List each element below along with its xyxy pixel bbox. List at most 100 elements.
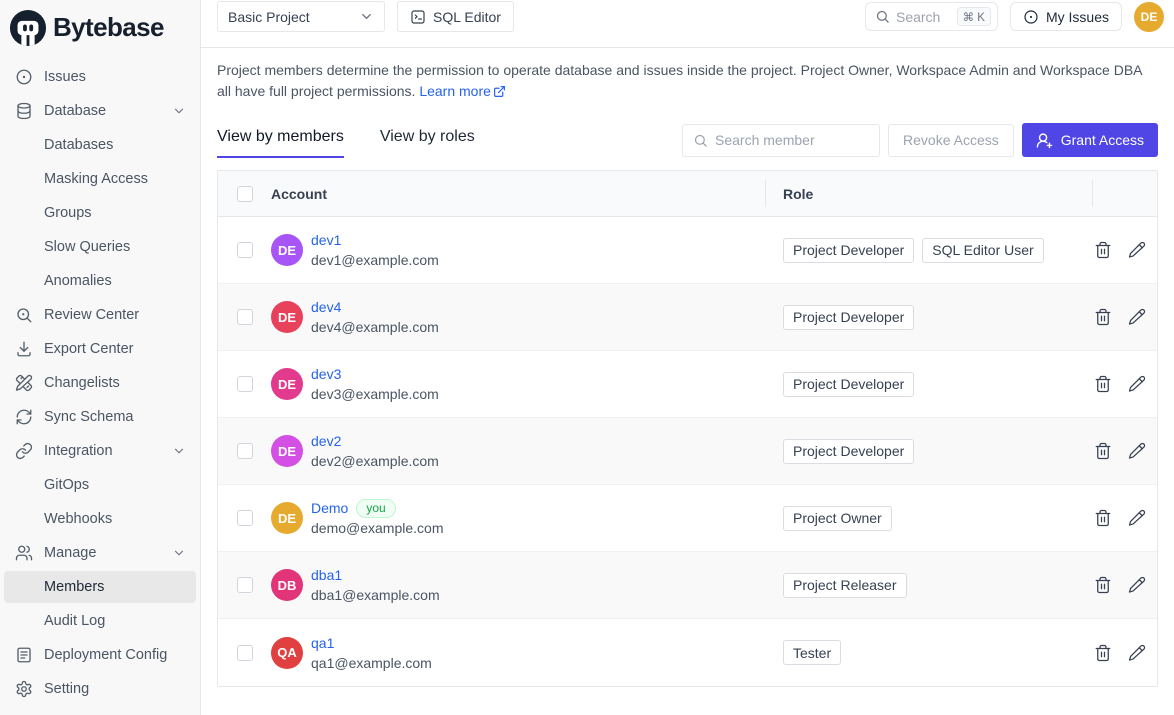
tab-view-by-roles[interactable]: View by roles: [380, 122, 475, 158]
download-icon: [14, 339, 34, 359]
role-badge: Project Developer: [783, 305, 914, 330]
grant-access-label: Grant Access: [1061, 132, 1144, 148]
revoke-access-button[interactable]: Revoke Access: [888, 124, 1014, 157]
sql-editor-button[interactable]: SQL Editor: [397, 1, 514, 32]
role-badge: SQL Editor User: [922, 238, 1043, 263]
sidebar-item-review-center[interactable]: Review Center: [4, 299, 196, 331]
member-email: dev2@example.com: [311, 451, 439, 471]
tabs-row: View by members View by roles Revoke Acc…: [217, 122, 1158, 158]
member-email: dev1@example.com: [311, 250, 439, 270]
sidebar-item-members[interactable]: Members: [4, 571, 196, 603]
my-issues-label: My Issues: [1046, 9, 1109, 25]
member-name-link[interactable]: Demo: [311, 498, 348, 518]
sidebar-item-audit-log[interactable]: Audit Log: [4, 605, 196, 637]
member-email: dev4@example.com: [311, 317, 439, 337]
edit-member-button[interactable]: [1128, 241, 1146, 259]
delete-member-button[interactable]: [1094, 576, 1112, 594]
global-search-input[interactable]: Search ⌘ K: [865, 2, 998, 31]
document-icon: [14, 645, 34, 665]
bytebase-logo-icon: [9, 9, 47, 47]
sidebar-item-anomalies[interactable]: Anomalies: [4, 265, 196, 297]
edit-member-button[interactable]: [1128, 509, 1146, 527]
sidebar-item-manage[interactable]: Manage: [4, 537, 196, 569]
select-all-checkbox[interactable]: [237, 186, 253, 202]
edit-member-button[interactable]: [1128, 308, 1146, 326]
sidebar-item-label: Setting: [44, 681, 89, 697]
member-name-link[interactable]: dev3: [311, 364, 341, 384]
sidebar-item-groups[interactable]: Groups: [4, 197, 196, 229]
sidebar-item-changelists[interactable]: Changelists: [4, 367, 196, 399]
member-email: dba1@example.com: [311, 585, 440, 605]
edit-member-button[interactable]: [1128, 442, 1146, 460]
grant-access-button[interactable]: Grant Access: [1022, 123, 1158, 157]
my-issues-button[interactable]: My Issues: [1010, 2, 1122, 31]
row-checkbox[interactable]: [237, 510, 253, 526]
avatar: DE: [271, 502, 303, 534]
avatar-initials: DE: [278, 377, 296, 392]
delete-member-button[interactable]: [1094, 644, 1112, 662]
tab-view-by-members[interactable]: View by members: [217, 122, 344, 158]
learn-more-link[interactable]: Learn more: [419, 83, 506, 99]
project-selector[interactable]: Basic Project: [217, 1, 385, 32]
edit-member-button[interactable]: [1128, 644, 1146, 662]
row-checkbox[interactable]: [237, 577, 253, 593]
review-center-icon: [14, 305, 34, 325]
brand-logo[interactable]: Bytebase: [0, 0, 200, 55]
member-email: dev3@example.com: [311, 384, 439, 404]
sidebar-item-webhooks[interactable]: Webhooks: [4, 503, 196, 535]
topbar: Basic Project SQL Editor Search ⌘ K: [201, 0, 1174, 48]
sidebar-item-label: Slow Queries: [44, 239, 130, 255]
sidebar-item-deployment-config[interactable]: Deployment Config: [4, 639, 196, 671]
avatar: DE: [271, 301, 303, 333]
sidebar-item-label: Masking Access: [44, 171, 148, 187]
search-member-input[interactable]: [715, 132, 869, 148]
sidebar-item-label: Integration: [44, 443, 113, 459]
terminal-icon: [410, 9, 426, 25]
you-badge: you: [356, 499, 395, 518]
avatar: DE: [271, 234, 303, 266]
sidebar-item-setting[interactable]: Setting: [4, 673, 196, 705]
sidebar-item-database[interactable]: Database: [4, 95, 196, 127]
edit-member-button[interactable]: [1128, 375, 1146, 393]
search-member-field[interactable]: [682, 124, 880, 157]
brand-wordmark: Bytebase: [53, 12, 164, 43]
edit-member-button[interactable]: [1128, 576, 1146, 594]
member-name-link[interactable]: qa1: [311, 633, 334, 653]
user-avatar[interactable]: DE: [1134, 2, 1164, 32]
avatar-initials: QA: [277, 645, 297, 660]
sidebar-item-export-center[interactable]: Export Center: [4, 333, 196, 365]
row-checkbox[interactable]: [237, 242, 253, 258]
sidebar-item-label: Databases: [44, 137, 113, 153]
description-text: Project members determine the permission…: [217, 62, 1142, 99]
member-name-link[interactable]: dev2: [311, 431, 341, 451]
row-checkbox[interactable]: [237, 443, 253, 459]
delete-member-button[interactable]: [1094, 241, 1112, 259]
member-name-link[interactable]: dev1: [311, 230, 341, 250]
sidebar-item-slow-queries[interactable]: Slow Queries: [4, 231, 196, 263]
tabs-actions: Revoke Access Grant Access: [682, 123, 1158, 157]
avatar-initials: DE: [278, 511, 296, 526]
delete-member-button[interactable]: [1094, 308, 1112, 326]
sidebar-item-label: Sync Schema: [44, 409, 133, 425]
sidebar-item-sync-schema[interactable]: Sync Schema: [4, 401, 196, 433]
member-name-link[interactable]: dev4: [311, 297, 341, 317]
sidebar-item-label: Export Center: [44, 341, 133, 357]
sidebar-item-issues[interactable]: Issues: [4, 61, 196, 93]
sidebar-item-databases[interactable]: Databases: [4, 129, 196, 161]
sidebar-item-label: Groups: [44, 205, 92, 221]
sidebar-item-gitops[interactable]: GitOps: [4, 469, 196, 501]
delete-member-button[interactable]: [1094, 509, 1112, 527]
sidebar-item-integration[interactable]: Integration: [4, 435, 196, 467]
sidebar-item-label: Database: [44, 103, 106, 119]
row-checkbox[interactable]: [237, 376, 253, 392]
chevron-down-icon: [172, 546, 186, 560]
delete-member-button[interactable]: [1094, 375, 1112, 393]
refresh-icon: [14, 407, 34, 427]
column-header-role: Role: [765, 171, 1092, 216]
row-checkbox[interactable]: [237, 309, 253, 325]
row-checkbox[interactable]: [237, 645, 253, 661]
member-name-link[interactable]: dba1: [311, 565, 342, 585]
delete-member-button[interactable]: [1094, 442, 1112, 460]
sidebar-item-label: Manage: [44, 545, 96, 561]
sidebar-item-masking-access[interactable]: Masking Access: [4, 163, 196, 195]
